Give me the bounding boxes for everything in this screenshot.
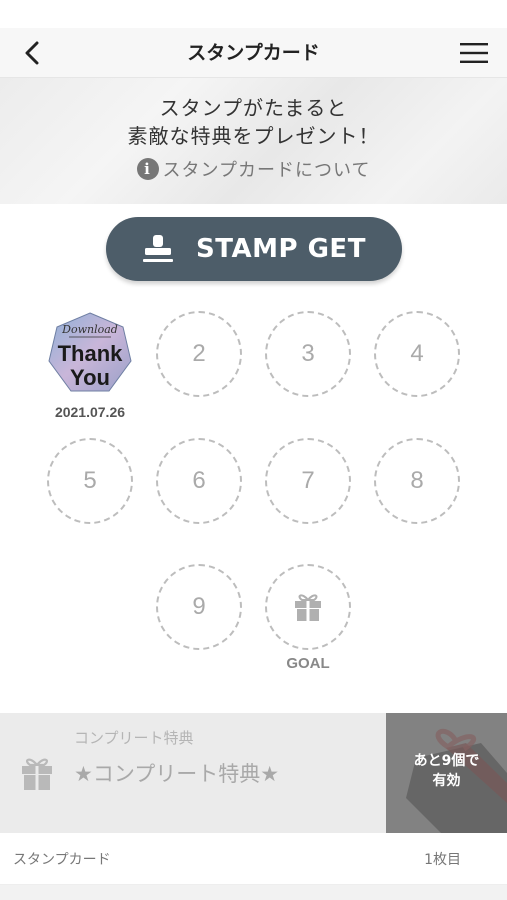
gift-icon <box>22 758 52 790</box>
gift-icon <box>295 594 321 621</box>
stamp-slot-4: 4 <box>374 311 460 397</box>
remaining-count-text: あと9個で <box>413 753 480 769</box>
stamp-get-label: STAMP GET <box>196 234 366 264</box>
banner-line-2: 素敵な特典をプレゼント！ <box>127 124 380 148</box>
hamburger-menu-icon <box>460 43 488 63</box>
stamp-icon <box>143 235 174 262</box>
slot-number: 6 <box>192 467 206 494</box>
slot-number: 3 <box>301 340 315 367</box>
nav-bar: スタンプカード <box>0 28 507 78</box>
complete-reward-card[interactable]: コンプリート特典 ★コンプリート特典★ あと9個で 有効 <box>0 713 507 833</box>
footer-card-label: スタンプカード <box>13 852 111 868</box>
slot-number: 7 <box>301 467 315 494</box>
stamp-slot-3: 3 <box>265 311 351 397</box>
stamp-download-text: Download <box>61 323 118 336</box>
status-bar-area <box>0 0 507 28</box>
page-title: スタンプカード <box>187 42 320 64</box>
slot-number: 9 <box>192 593 206 620</box>
thank-you-stamp-image: Download Thank You <box>48 312 132 392</box>
stamp-slot-8: 8 <box>374 438 460 524</box>
stamp-get-button[interactable]: STAMP GET <box>106 217 402 281</box>
stamp-slot-9: 9 <box>156 564 242 650</box>
stamp-slot-7: 7 <box>265 438 351 524</box>
stamp-slot-goal <box>265 564 351 650</box>
card-footer: スタンプカード 1枚目 <box>0 833 507 885</box>
about-link-label: スタンプカードについて <box>162 160 371 181</box>
slot-number: 5 <box>83 467 97 494</box>
reward-thumbnail: あと9個で 有効 <box>386 713 507 833</box>
valid-text: 有効 <box>432 773 461 789</box>
slot-number: 8 <box>410 467 424 494</box>
stamp-slot-6: 6 <box>156 438 242 524</box>
about-stamp-card-link[interactable]: i スタンプカードについて <box>136 156 371 182</box>
reward-subtitle: コンプリート特典 <box>74 729 194 747</box>
footer-card-count: 1枚目 <box>424 852 461 868</box>
info-icon: i <box>136 158 159 180</box>
stamp-slot-5: 5 <box>47 438 133 524</box>
reward-title: ★コンプリート特典★ <box>74 762 280 786</box>
stamp-date: 2021.07.26 <box>54 404 126 420</box>
stamp-slot-1-stamped: Download Thank You <box>47 311 133 397</box>
slot-number: 4 <box>410 340 424 367</box>
stamp-you-text: You <box>70 365 110 390</box>
stamp-thank-text: Thank <box>58 341 124 366</box>
goal-label: GOAL <box>286 655 330 672</box>
menu-button[interactable] <box>459 40 489 66</box>
banner-line-1: スタンプがたまると <box>159 96 348 120</box>
stamp-grid: Download Thank You 2021.07.26 2 3 4 5 6 … <box>0 302 507 737</box>
stamp-slot-2: 2 <box>156 311 242 397</box>
slot-number: 2 <box>192 340 206 367</box>
promo-banner: スタンプがたまると 素敵な特典をプレゼント！ i スタンプカードについて <box>0 78 507 204</box>
